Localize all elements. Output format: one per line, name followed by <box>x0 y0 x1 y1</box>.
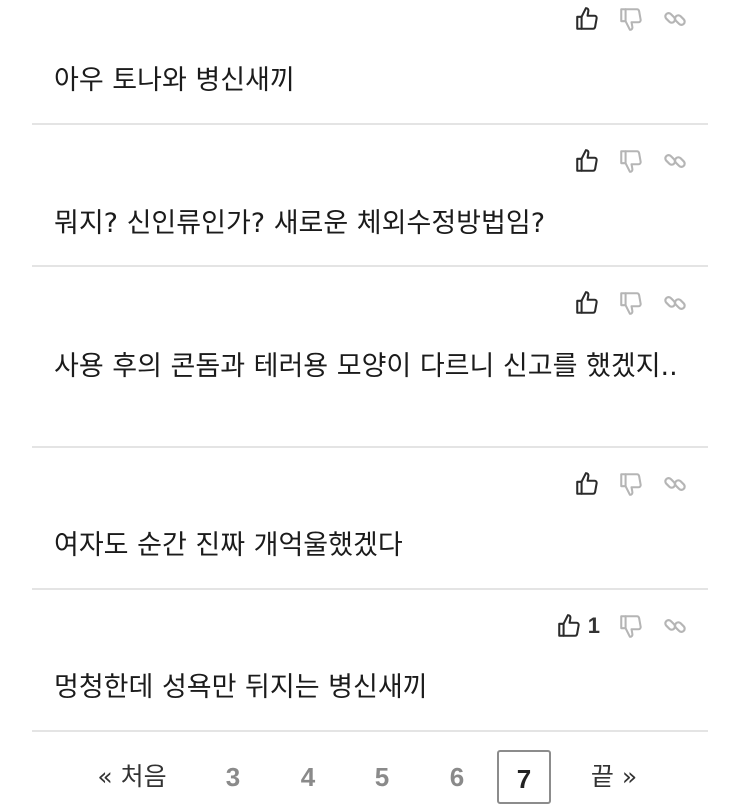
like-button[interactable] <box>574 467 600 501</box>
page-first-link[interactable]: « 처음 <box>90 750 174 804</box>
thumbs-down-icon <box>620 473 642 496</box>
copy-link-button[interactable] <box>662 144 688 178</box>
dislike-button[interactable] <box>618 286 644 320</box>
link-icon <box>664 619 686 633</box>
comment-item: 뭐지? 신인류인가? 새로운 체외수정방법임? <box>32 125 708 267</box>
like-button[interactable] <box>574 144 600 178</box>
link-icon <box>664 477 686 491</box>
dislike-button[interactable] <box>618 467 644 501</box>
thumbs-up-icon <box>576 7 598 30</box>
link-icon <box>664 12 686 26</box>
dislike-button[interactable] <box>618 2 644 36</box>
page-link-5[interactable]: 5 <box>364 750 400 804</box>
comment-actions <box>556 286 688 320</box>
thumbs-up-icon <box>557 614 580 637</box>
thumbs-down-icon <box>620 292 642 315</box>
copy-link-button[interactable] <box>662 2 688 36</box>
like-button[interactable]: 1 <box>556 609 600 643</box>
thumbs-down-icon <box>620 615 642 638</box>
copy-link-button[interactable] <box>662 609 688 643</box>
thumbs-down-icon <box>620 8 642 31</box>
like-count: 1 <box>587 613 600 638</box>
link-icon <box>664 154 686 168</box>
copy-link-button[interactable] <box>662 467 688 501</box>
comment-text: 사용 후의 콘돔과 테러용 모양이 다르니 신고를 했겠지.. <box>54 351 678 382</box>
comment-text: 아우 토나와 병신새끼 <box>54 65 295 96</box>
comment-text: 뭐지? 신인류인가? 새로운 체외수정방법임? <box>54 208 546 239</box>
comment-actions <box>556 467 688 501</box>
page-link-6[interactable]: 6 <box>439 750 475 804</box>
comment-actions <box>556 2 688 36</box>
like-button[interactable] <box>574 2 600 36</box>
comment-item: 여자도 순간 진짜 개억울했겠다 <box>32 448 708 590</box>
dislike-button[interactable] <box>618 144 644 178</box>
comment-text: 멍청한데 성욕만 뒤지는 병신새끼 <box>54 672 428 703</box>
comment-text: 여자도 순간 진짜 개억울했겠다 <box>54 530 403 561</box>
comment-item: 사용 후의 콘돔과 테러용 모양이 다르니 신고를 했겠지.. <box>32 267 708 448</box>
pagination: « 처음 3 4 5 6 7 끝 » <box>0 748 740 808</box>
thumbs-down-icon <box>620 150 642 173</box>
comment-actions <box>556 144 688 178</box>
comment-item: 아우 토나와 병신새끼 <box>32 0 708 125</box>
comment-item: 1 멍청한데 성욕만 뒤지는 병신새끼 <box>32 590 708 732</box>
page-current-7[interactable]: 7 <box>497 750 551 804</box>
thumbs-up-icon <box>576 291 598 314</box>
thumbs-up-icon <box>576 149 598 172</box>
link-icon <box>664 296 686 310</box>
like-button[interactable] <box>574 286 600 320</box>
copy-link-button[interactable] <box>662 286 688 320</box>
page-link-3[interactable]: 3 <box>215 750 251 804</box>
page-link-4[interactable]: 4 <box>290 750 326 804</box>
thumbs-up-icon <box>576 472 598 495</box>
page-last-link[interactable]: 끝 » <box>586 750 642 804</box>
dislike-button[interactable] <box>618 609 644 643</box>
comment-actions: 1 <box>538 609 688 643</box>
